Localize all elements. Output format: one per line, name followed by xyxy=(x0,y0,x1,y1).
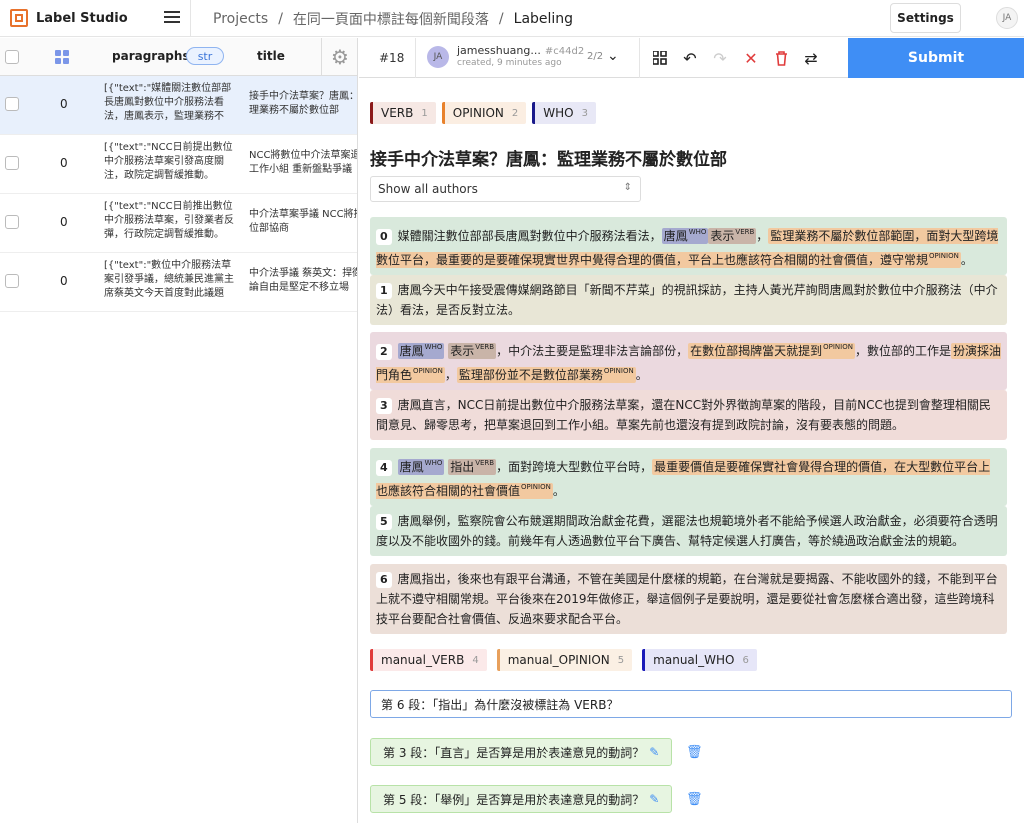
top-bar: Label Studio Projects / 在同一頁面中標註每個新聞段落 /… xyxy=(0,0,1024,37)
annotator-name[interactable]: jamesshuang... #c44d2 xyxy=(457,44,584,57)
user-avatar[interactable]: JA xyxy=(996,7,1018,29)
row-checkbox[interactable] xyxy=(5,215,19,229)
row-title: 中介法草案爭議 NCC將推 位部協商 xyxy=(249,209,357,234)
table-row[interactable]: 0 [{"text":"數位中介服務法草案引發爭議，總統兼民進黨主席蔡英文今天首… xyxy=(0,253,357,312)
paragraph[interactable]: 0 媒體關注數位部部長唐鳳對數位中介服務法看法， 唐鳳WHO 表示VERB，監理業務不… xyxy=(370,217,1007,275)
submit-button[interactable]: Submit xyxy=(848,38,1024,78)
paragraph[interactable]: 3 唐鳳直言，NCC日前提出數位中介服務法草案，還在NCC對外界徵詢草案的階段，目… xyxy=(370,390,1007,440)
app-logo[interactable]: Label Studio xyxy=(0,9,190,27)
edit-icon[interactable]: ✎ xyxy=(649,792,659,806)
grid-view-icon[interactable] xyxy=(650,48,670,68)
chevron-down-icon[interactable]: ⌄ xyxy=(607,48,619,64)
annotation-created: created, 9 minutes ago xyxy=(457,58,562,68)
region-opinion: 在數位部揭牌當天就提到OPINION xyxy=(688,343,855,359)
settings-button[interactable]: Settings xyxy=(890,3,961,33)
label-manual-who[interactable]: manual_WHO 6 xyxy=(642,649,757,671)
breadcrumb-project[interactable]: 在同一頁面中標註每個新聞段落 xyxy=(293,9,489,29)
breadcrumb-separator: / xyxy=(278,11,283,27)
annotation-id: #c44d2 xyxy=(544,46,585,57)
gear-icon[interactable]: ⚙ xyxy=(321,38,358,76)
select-all-checkbox[interactable] xyxy=(5,50,19,64)
trash-icon[interactable]: 🗑 xyxy=(686,792,703,807)
region-verb: 指出VERB xyxy=(448,459,497,475)
region-opinion: 監理部份並不是數位部業務OPINION xyxy=(456,367,636,383)
region-who: 唐鳳WHO xyxy=(397,343,445,359)
breadcrumb-current: Labeling xyxy=(513,11,574,27)
row-count: 0 xyxy=(60,274,68,288)
authors-select[interactable]: Show all authors ⇕ xyxy=(370,176,641,202)
question-item[interactable]: 第 3 段：「直言」是否算是用於表達意見的動詞？ ✎ xyxy=(370,738,673,766)
annotator-avatar: JA xyxy=(427,46,449,68)
select-arrows-icon: ⇕ xyxy=(623,182,632,193)
paragraph[interactable]: 4 唐鳳WHO 指出VERB ，面對跨境大型數位平台時， 最重要價值是要確保實社會覺得… xyxy=(370,448,1007,506)
column-header-title[interactable]: title xyxy=(257,49,285,63)
row-count: 0 xyxy=(60,215,68,229)
label-studio-logo-icon xyxy=(10,9,28,27)
annotation-panel: VERB 1 OPINION 2 WHO 3 接手中介法草案？唐鳳：監理業務不屬於數位… xyxy=(359,79,1024,823)
grid-icon[interactable] xyxy=(55,50,69,64)
table-header: paragraphs str title ⚙ xyxy=(0,38,357,76)
undo-icon[interactable]: ↶ xyxy=(680,48,700,68)
row-paragraphs: [{"text":"數位中介服務法草案引發爭議，總統兼民進黨主席蔡英文今天首度對… xyxy=(104,260,234,299)
column-header-paragraphs[interactable]: paragraphs xyxy=(112,49,190,63)
table-row[interactable]: 0 [{"text":"媒體關注數位部部長唐鳳對數位中介服務法看法，唐鳳表示，監… xyxy=(0,76,357,135)
label-manual-verb[interactable]: manual_VERB 4 xyxy=(370,649,487,671)
row-title: 中介法爭議 蔡英文：捍衛 論自由是堅定不移立場 xyxy=(249,268,357,293)
row-count: 0 xyxy=(60,97,68,111)
label-opinion[interactable]: OPINION 2 xyxy=(441,102,527,124)
table-row[interactable]: 0 [{"text":"NCC日前推出數位中介服務法草案，引發業者反彈，行政院定… xyxy=(0,194,357,253)
row-checkbox[interactable] xyxy=(5,274,19,288)
region-verb: 表示VERB xyxy=(708,228,757,244)
row-checkbox[interactable] xyxy=(5,156,19,170)
region-verb: 表示VERB xyxy=(448,343,497,359)
edit-icon[interactable]: ✎ xyxy=(649,745,659,759)
row-count: 0 xyxy=(60,156,68,170)
region-who: 唐鳳WHO xyxy=(397,459,445,475)
breadcrumb-separator: / xyxy=(498,11,504,27)
delete-icon[interactable] xyxy=(771,48,791,68)
breadcrumb: Projects / 在同一頁面中標註每個新聞段落 / Labeling xyxy=(213,9,573,29)
paragraph[interactable]: 1 唐鳳今天中午接受震傳媒網路節目「新聞不芹菜」的視訊採訪，主持人黃光芹詢問唐鳳對… xyxy=(370,275,1007,325)
task-table: paragraphs str title ⚙ 0 [{"text":"媒體關注數… xyxy=(0,38,358,823)
row-paragraphs: [{"text":"NCC日前提出數位中介服務法草案引發高度關注，政院定調暫緩推… xyxy=(104,142,233,181)
article-title: 接手中介法草案？唐鳳：監理業務不屬於數位部 xyxy=(370,150,727,170)
app-name: Label Studio xyxy=(36,10,128,26)
type-badge: str xyxy=(186,47,224,65)
row-paragraphs: [{"text":"媒體關注數位部部長唐鳳對數位中介服務法看法，唐鳳表示，監理業… xyxy=(104,83,232,122)
annotation-toolbar: #18 JA jamesshuang... #c44d2 created, 9 m… xyxy=(359,38,1024,78)
paragraph[interactable]: 2 唐鳳WHO 表示VERB ，中介法主要是監理非法言論部份， 在數位部揭牌當天就提到… xyxy=(370,332,1007,390)
row-title: NCC將數位中介法草案退 工作小組 重新盤點爭議 xyxy=(249,150,357,175)
question-input[interactable]: 第 6 段：「指出」為什麼沒被標註為 VERB？ xyxy=(370,690,1012,718)
swap-icon[interactable]: ⇄ xyxy=(801,48,821,68)
close-icon[interactable]: ✕ xyxy=(741,48,761,68)
table-row[interactable]: 0 [{"text":"NCC日前提出數位中介服務法草案引發高度關注，政院定調暫… xyxy=(0,135,357,194)
row-paragraphs: [{"text":"NCC日前推出數位中介服務法草案，引發業者反彈，行政院定調暫… xyxy=(104,201,234,240)
row-checkbox[interactable] xyxy=(5,97,19,111)
trash-icon[interactable]: 🗑 xyxy=(686,745,703,760)
annotation-pager: 2/2 xyxy=(587,51,604,62)
label-manual-opinion[interactable]: manual_OPINION 5 xyxy=(496,649,633,671)
paragraph[interactable]: 5 唐鳳舉例，監察院會公布競選期間政治獻金花費，選罷法也規範境外者不能給予候選人政… xyxy=(370,506,1007,556)
label-verb[interactable]: VERB 1 xyxy=(370,102,436,124)
row-title: 接手中介法草案？唐鳳： 理業務不屬於數位部 xyxy=(249,91,357,116)
manual-label-set: manual_VERB 4 manual_OPINION 5 manual_WHO 6 xyxy=(370,649,757,671)
label-set: VERB 1 OPINION 2 WHO 3 xyxy=(370,102,597,124)
region-who: 唐鳳WHO xyxy=(661,228,709,244)
breadcrumb-projects[interactable]: Projects xyxy=(213,11,268,27)
task-id: #18 xyxy=(379,51,405,65)
question-item[interactable]: 第 5 段：「舉例」是否算是用於表達意見的動詞？ ✎ xyxy=(370,785,673,813)
paragraph[interactable]: 6 唐鳳指出，後來也有跟平台溝通，不管在美國是什麼樣的規範，在台灣就是要揭露、不能… xyxy=(370,564,1007,634)
menu-icon[interactable] xyxy=(164,11,180,23)
redo-icon[interactable]: ↷ xyxy=(710,48,730,68)
label-who[interactable]: WHO 3 xyxy=(532,102,597,124)
